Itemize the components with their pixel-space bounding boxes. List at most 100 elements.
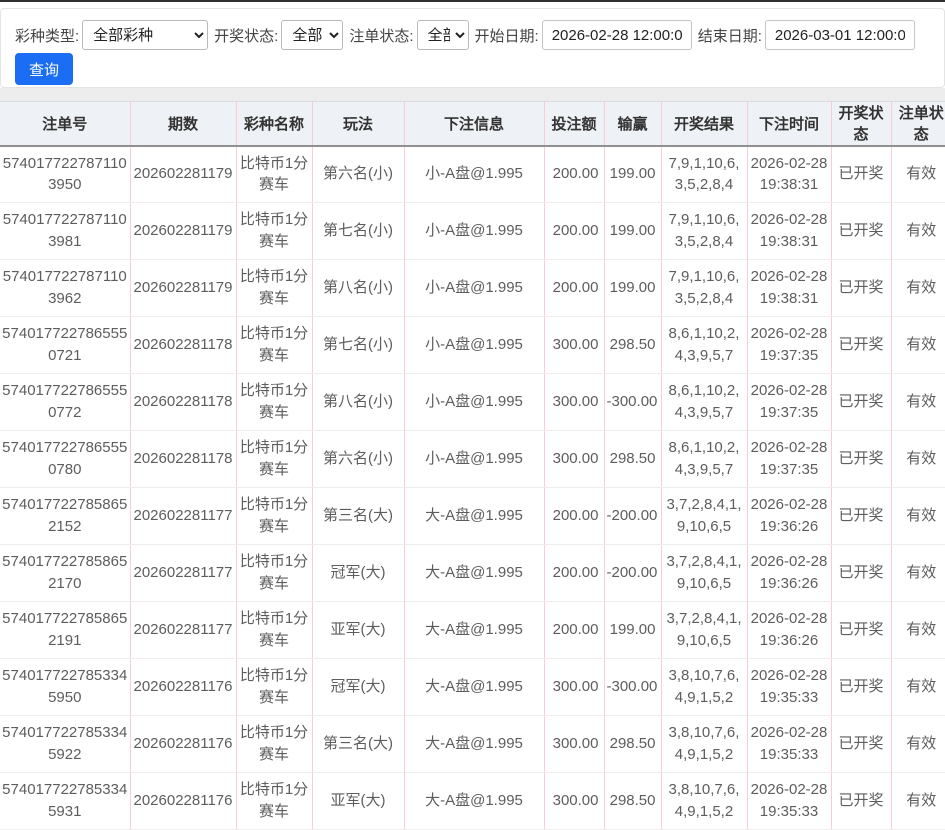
cell-period: 202602281179 <box>130 146 236 203</box>
cell-period: 202602281176 <box>130 773 236 830</box>
table-row: 5740177227865550721202602281178 比特币1分赛车第… <box>0 317 945 374</box>
cell-lottery-name: 比特币1分赛车 <box>236 659 312 716</box>
header-draw-result: 开奖结果 <box>661 102 747 146</box>
cell-win-loss: 298.50 <box>604 716 661 773</box>
cell-bet-status: 有效 <box>891 260 945 317</box>
draw-status-select[interactable]: 全部 <box>281 20 343 50</box>
cell-bet-time: 2026-02-28 19:38:31 <box>747 260 831 317</box>
cell-draw-result: 3,8,10,7,6,4,9,1,5,2 <box>661 773 747 830</box>
cell-bet-status: 有效 <box>891 431 945 488</box>
header-period: 期数 <box>130 102 236 146</box>
cell-bet-time: 2026-02-28 19:35:33 <box>747 773 831 830</box>
cell-draw-status: 已开奖 <box>831 260 891 317</box>
cell-win-loss: 298.50 <box>604 317 661 374</box>
cell-bet-id: 5740177227858652152 <box>0 488 130 545</box>
cell-bet-amount: 300.00 <box>544 374 604 431</box>
header-bet-time: 下注时间 <box>747 102 831 146</box>
cell-bet-id: 5740177227871103981 <box>0 203 130 260</box>
cell-bet-time: 2026-02-28 19:37:35 <box>747 374 831 431</box>
cell-bet-time: 2026-02-28 19:36:26 <box>747 602 831 659</box>
cell-lottery-name: 比特币1分赛车 <box>236 773 312 830</box>
header-draw-status: 开奖状态 <box>831 102 891 146</box>
table-row: 5740177227858652170202602281177 比特币1分赛车冠… <box>0 545 945 602</box>
cell-bet-amount: 200.00 <box>544 260 604 317</box>
cell-bet-amount: 300.00 <box>544 317 604 374</box>
cell-draw-result: 8,6,1,10,2,4,3,9,5,7 <box>661 317 747 374</box>
cell-bet-amount: 300.00 <box>544 659 604 716</box>
bet-table-body: 5740177227871103950202602281179 比特币1分赛车第… <box>0 146 945 830</box>
cell-lottery-name: 比特币1分赛车 <box>236 545 312 602</box>
cell-bet-time: 2026-02-28 19:36:26 <box>747 545 831 602</box>
cell-win-loss: -300.00 <box>604 659 661 716</box>
table-row: 5740177227871103981202602281179 比特币1分赛车第… <box>0 203 945 260</box>
cell-draw-result: 7,9,1,10,6,3,5,2,8,4 <box>661 203 747 260</box>
cell-bet-time: 2026-02-28 19:35:33 <box>747 659 831 716</box>
cell-win-loss: -200.00 <box>604 545 661 602</box>
table-row: 5740177227853345931202602281176 比特币1分赛车亚… <box>0 773 945 830</box>
table-row: 5740177227853345950202602281176 比特币1分赛车冠… <box>0 659 945 716</box>
cell-play-type: 第三名(大) <box>312 716 404 773</box>
cell-bet-info: 大-A盘@1.995 <box>404 488 544 545</box>
cell-draw-status: 已开奖 <box>831 317 891 374</box>
cell-period: 202602281176 <box>130 659 236 716</box>
draw-status-label: 开奖状态: <box>214 25 278 46</box>
cell-bet-info: 小-A盘@1.995 <box>404 431 544 488</box>
cell-lottery-name: 比特币1分赛车 <box>236 203 312 260</box>
cell-bet-info: 小-A盘@1.995 <box>404 317 544 374</box>
cell-play-type: 冠军(大) <box>312 659 404 716</box>
cell-win-loss: 298.50 <box>604 773 661 830</box>
cell-bet-amount: 200.00 <box>544 545 604 602</box>
cell-draw-status: 已开奖 <box>831 659 891 716</box>
cell-bet-status: 有效 <box>891 545 945 602</box>
lottery-type-select[interactable]: 全部彩种 <box>82 20 208 50</box>
start-date-input[interactable] <box>542 20 692 50</box>
cell-win-loss: 199.00 <box>604 146 661 203</box>
cell-bet-id: 5740177227853345950 <box>0 659 130 716</box>
cell-period: 202602281177 <box>130 488 236 545</box>
cell-bet-info: 大-A盘@1.995 <box>404 773 544 830</box>
header-bet-info: 下注信息 <box>404 102 544 146</box>
cell-bet-time: 2026-02-28 19:35:33 <box>747 716 831 773</box>
cell-period: 202602281179 <box>130 203 236 260</box>
cell-bet-time: 2026-02-28 19:38:31 <box>747 146 831 203</box>
cell-bet-id: 5740177227858652191 <box>0 602 130 659</box>
cell-bet-info: 大-A盘@1.995 <box>404 545 544 602</box>
cell-bet-id: 5740177227865550772 <box>0 374 130 431</box>
cell-bet-status: 有效 <box>891 716 945 773</box>
start-date-label: 开始日期: <box>475 25 539 46</box>
cell-bet-time: 2026-02-28 19:37:35 <box>747 431 831 488</box>
cell-bet-status: 有效 <box>891 602 945 659</box>
query-button[interactable]: 查询 <box>15 53 73 85</box>
cell-draw-result: 3,7,2,8,4,1,9,10,6,5 <box>661 488 747 545</box>
header-bet-amount: 投注额 <box>544 102 604 146</box>
cell-draw-status: 已开奖 <box>831 545 891 602</box>
bet-status-select[interactable]: 全部 <box>417 20 469 50</box>
cell-lottery-name: 比特币1分赛车 <box>236 488 312 545</box>
cell-lottery-name: 比特币1分赛车 <box>236 602 312 659</box>
cell-lottery-name: 比特币1分赛车 <box>236 374 312 431</box>
table-row: 5740177227865550780202602281178 比特币1分赛车第… <box>0 431 945 488</box>
cell-lottery-name: 比特币1分赛车 <box>236 146 312 203</box>
cell-draw-result: 3,7,2,8,4,1,9,10,6,5 <box>661 545 747 602</box>
cell-bet-amount: 200.00 <box>544 488 604 545</box>
end-date-label: 结束日期: <box>698 25 762 46</box>
cell-play-type: 第八名(小) <box>312 374 404 431</box>
cell-bet-id: 5740177227853345931 <box>0 773 130 830</box>
cell-win-loss: 298.50 <box>604 431 661 488</box>
end-date-input[interactable] <box>765 20 915 50</box>
panel-table-divider <box>0 88 945 101</box>
cell-bet-amount: 300.00 <box>544 716 604 773</box>
cell-bet-info: 小-A盘@1.995 <box>404 374 544 431</box>
cell-period: 202602281178 <box>130 317 236 374</box>
cell-bet-amount: 200.00 <box>544 146 604 203</box>
cell-bet-id: 5740177227865550721 <box>0 317 130 374</box>
cell-bet-status: 有效 <box>891 203 945 260</box>
cell-bet-status: 有效 <box>891 488 945 545</box>
table-row: 5740177227853345922202602281176 比特币1分赛车第… <box>0 716 945 773</box>
cell-draw-status: 已开奖 <box>831 488 891 545</box>
table-row: 5740177227865550772202602281178 比特币1分赛车第… <box>0 374 945 431</box>
header-bet-status: 注单状态 <box>891 102 945 146</box>
cell-lottery-name: 比特币1分赛车 <box>236 716 312 773</box>
cell-play-type: 亚军(大) <box>312 602 404 659</box>
cell-bet-id: 5740177227871103962 <box>0 260 130 317</box>
